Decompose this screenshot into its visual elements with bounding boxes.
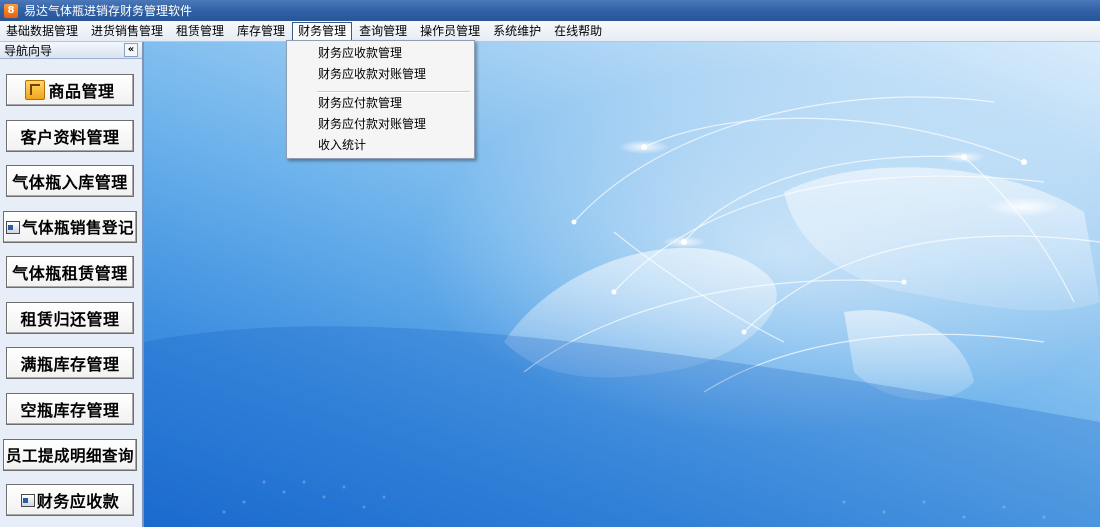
menu-item-payables[interactable]: 财务应付款管理 (318, 93, 402, 113)
app-icon: 8 (4, 3, 18, 18)
menu-help[interactable]: 在线帮助 (548, 22, 608, 41)
menu-item-receivables[interactable]: 财务应收款管理 (318, 43, 402, 63)
menu-basic-data[interactable]: 基础数据管理 (0, 22, 84, 41)
nav-customer-label: 客户资料管理 (20, 128, 120, 147)
nav-cylinder-rental-button[interactable]: 气体瓶租赁管理 (6, 256, 134, 288)
title-bar: 8 易达气体瓶进销存财务管理软件 (0, 0, 1100, 21)
nav-customer-button[interactable]: 客户资料管理 (6, 120, 134, 152)
menu-item-income-stats[interactable]: 收入统计 (318, 135, 366, 155)
nav-rental-return-label: 租赁归还管理 (20, 310, 120, 329)
nav-goods-label: 商品管理 (48, 82, 115, 101)
nav-commission-query-label: 员工提成明细查询 (5, 446, 134, 465)
menu-item-receivables-reconcile[interactable]: 财务应收款对账管理 (318, 64, 426, 84)
nav-goods-button[interactable]: 商品管理 (6, 74, 134, 106)
nav-cylinder-inbound-label: 气体瓶入库管理 (12, 173, 128, 192)
menu-operator[interactable]: 操作员管理 (414, 22, 486, 41)
menu-system[interactable]: 系统维护 (487, 22, 547, 41)
nav-full-stock-button[interactable]: 满瓶库存管理 (6, 347, 134, 379)
finance-dropdown-menu: 财务应收款管理 财务应收款对账管理 财务应付款管理 财务应付款对账管理 收入统计 (286, 40, 475, 159)
window-title: 易达气体瓶进销存财务管理软件 (24, 4, 193, 18)
nav-cylinder-sales-button[interactable]: 气体瓶销售登记 (3, 211, 137, 243)
form-icon (5, 220, 20, 234)
navigation-sidebar: 导航向导 « 商品管理 客户资料管理 气体瓶入库管理 气体瓶销售登记 气体瓶租赁… (0, 42, 144, 527)
menu-item-payables-reconcile[interactable]: 财务应付款对账管理 (318, 114, 426, 134)
nav-full-stock-label: 满瓶库存管理 (20, 355, 120, 374)
sidebar-header: 导航向导 « (0, 42, 142, 59)
nav-commission-query-button[interactable]: 员工提成明细查询 (3, 439, 137, 471)
menu-bar: 基础数据管理 进货销售管理 租赁管理 库存管理 财务管理 查询管理 操作员管理 … (0, 21, 1100, 42)
sidebar-title: 导航向导 (4, 43, 53, 58)
nav-cylinder-rental-label: 气体瓶租赁管理 (12, 264, 128, 283)
menu-finance[interactable]: 财务管理 (292, 21, 353, 41)
form-icon (20, 493, 35, 507)
nav-cylinder-inbound-button[interactable]: 气体瓶入库管理 (6, 165, 134, 197)
menu-query[interactable]: 查询管理 (353, 22, 413, 41)
nav-cylinder-sales-label: 气体瓶销售登记 (21, 218, 134, 237)
nav-empty-stock-label: 空瓶库存管理 (20, 401, 120, 420)
nav-rental-return-button[interactable]: 租赁归还管理 (6, 302, 134, 334)
goods-icon (25, 80, 46, 100)
menu-purchase-sales[interactable]: 进货销售管理 (85, 22, 169, 41)
menu-inventory[interactable]: 库存管理 (231, 22, 291, 41)
nav-receivables-button[interactable]: 财务应收款 (6, 484, 134, 516)
nav-receivables-label: 财务应收款 (36, 492, 120, 511)
nav-empty-stock-button[interactable]: 空瓶库存管理 (6, 393, 134, 425)
collapse-sidebar-button[interactable]: « (124, 43, 138, 57)
menu-rental[interactable]: 租赁管理 (170, 22, 230, 41)
